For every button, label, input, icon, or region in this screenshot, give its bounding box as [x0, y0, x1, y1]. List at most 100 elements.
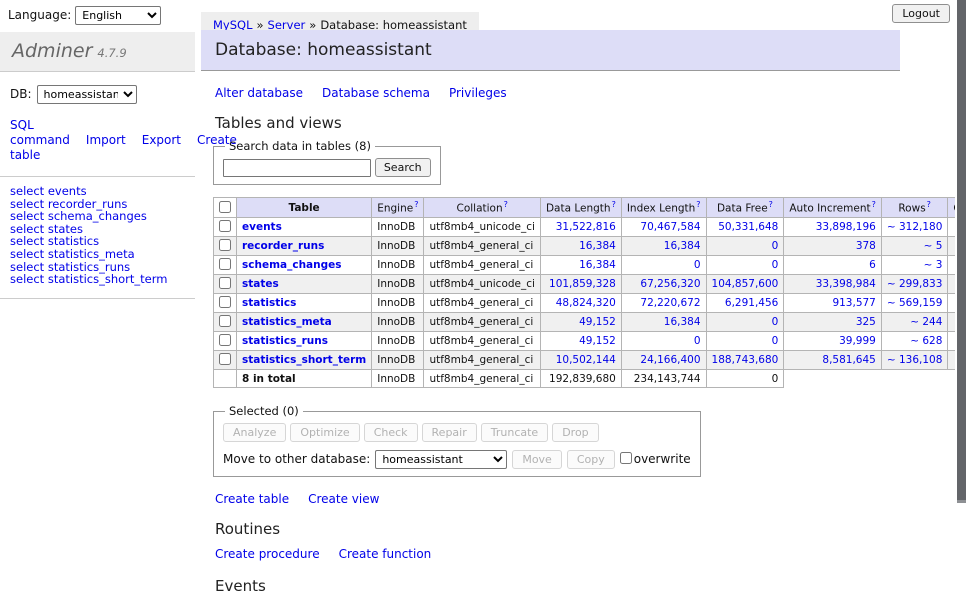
help-icon[interactable]: ? — [769, 200, 773, 209]
db-form: DB: homeassistant — [0, 72, 195, 110]
database-action-link[interactable]: Database schema — [322, 86, 430, 100]
table-name-link[interactable]: statistics_meta — [242, 316, 332, 328]
analyze-button[interactable]: Analyze — [223, 423, 286, 442]
table-name-link[interactable]: schema_changes — [242, 259, 342, 271]
sidebar-menu-link[interactable]: Export — [142, 133, 181, 147]
sidebar-menu-link[interactable]: SQL command — [10, 118, 70, 147]
table-name-link[interactable]: statistics_runs — [242, 335, 328, 347]
row-checkbox-cell — [214, 332, 237, 351]
table-name-link[interactable]: statistics — [242, 297, 296, 309]
move-button[interactable]: Move — [512, 450, 562, 469]
data-length-cell: 31,522,816 — [540, 218, 621, 237]
rows-cell: ~ 244 — [881, 313, 948, 332]
sidebar-menu-link[interactable]: Import — [86, 133, 126, 147]
search-button[interactable]: Search — [375, 158, 431, 177]
help-icon[interactable]: ? — [872, 200, 876, 209]
column-label: Auto Increment — [789, 203, 870, 215]
help-icon[interactable]: ? — [927, 200, 931, 209]
routine-create-link[interactable]: Create function — [339, 547, 432, 561]
row-checkbox[interactable] — [219, 353, 231, 365]
collation-cell: utf8mb4_unicode_ci — [424, 275, 540, 294]
row-checkbox[interactable] — [219, 220, 231, 232]
row-checkbox[interactable] — [219, 296, 231, 308]
index-length-cell: 67,256,320 — [621, 275, 706, 294]
data-length-cell: 10,502,144 — [540, 351, 621, 370]
table-name-link[interactable]: events — [242, 221, 282, 233]
column-label: Index Length — [627, 203, 695, 215]
data-length-cell: 16,384 — [540, 256, 621, 275]
repair-button[interactable]: Repair — [422, 423, 477, 442]
row-checkbox-cell — [214, 237, 237, 256]
total-empty-cell — [214, 370, 237, 388]
table-row: schema_changesInnoDButf8mb4_general_ci16… — [214, 256, 966, 275]
row-checkbox[interactable] — [219, 315, 231, 327]
total-label-cell: 8 in total — [237, 370, 372, 388]
database-action-link[interactable]: Privileges — [449, 86, 507, 100]
total-data-length-cell: 192,839,680 — [540, 370, 621, 388]
total-index-length-cell: 234,143,744 — [621, 370, 706, 388]
logout-button[interactable]: Logout — [892, 4, 950, 23]
search-input[interactable] — [223, 159, 371, 177]
select-all-header-cell — [214, 198, 237, 218]
app-version[interactable]: 4.7.9 — [97, 46, 126, 60]
row-checkbox-cell — [214, 294, 237, 313]
scrollbar-thumb[interactable] — [957, 0, 966, 503]
data-length-cell: 48,824,320 — [540, 294, 621, 313]
create-link[interactable]: Create table — [215, 492, 289, 506]
events-heading: Events — [215, 577, 955, 595]
rows-cell: ~ 299,833 — [881, 275, 948, 294]
auto-increment-cell: 6 — [784, 256, 882, 275]
data-free-cell: 188,743,680 — [706, 351, 784, 370]
copy-button[interactable]: Copy — [567, 450, 615, 469]
data-free-cell: 6,291,456 — [706, 294, 784, 313]
routine-create-link[interactable]: Create procedure — [215, 547, 320, 561]
table-name-link[interactable]: statistics_short_term — [242, 354, 366, 366]
collation-cell: utf8mb4_general_ci — [424, 313, 540, 332]
table-create-links: Create table Create view — [215, 492, 955, 506]
move-label: Move to other database: — [223, 452, 370, 466]
engine-cell: InnoDB — [372, 294, 424, 313]
rows-cell: ~ 3 — [881, 256, 948, 275]
auto-increment-cell: 33,398,984 — [784, 275, 882, 294]
row-checkbox[interactable] — [219, 277, 231, 289]
table-name-cell: states — [237, 275, 372, 294]
table-link-statistics_short_term[interactable]: statistics_short_term — [48, 272, 168, 286]
data-length-cell: 101,859,328 — [540, 275, 621, 294]
select-link-statistics_short_term[interactable]: select — [10, 272, 44, 286]
table-name-cell: recorder_runs — [237, 237, 372, 256]
row-checkbox[interactable] — [219, 239, 231, 251]
check-button[interactable]: Check — [364, 423, 418, 442]
app-name[interactable]: Adminer — [12, 40, 92, 62]
table-name-link[interactable]: recorder_runs — [242, 240, 324, 252]
table-name-cell: events — [237, 218, 372, 237]
engine-cell: InnoDB — [372, 256, 424, 275]
column-header-collation: Collation? — [424, 198, 540, 218]
help-icon[interactable]: ? — [414, 200, 418, 209]
truncate-button[interactable]: Truncate — [481, 423, 548, 442]
engine-cell: InnoDB — [372, 332, 424, 351]
row-checkbox[interactable] — [219, 334, 231, 346]
table-name-link[interactable]: states — [242, 278, 279, 290]
help-icon[interactable]: ? — [696, 200, 700, 209]
table-name-cell: statistics — [237, 294, 372, 313]
routine-create-links: Create procedure Create function — [215, 547, 955, 561]
row-checkbox[interactable] — [219, 258, 231, 270]
move-database-select[interactable]: homeassistant — [375, 450, 507, 469]
table-row: statesInnoDButf8mb4_unicode_ci101,859,32… — [214, 275, 966, 294]
tables-body: eventsInnoDButf8mb4_unicode_ci31,522,816… — [214, 218, 966, 388]
drop-button[interactable]: Drop — [552, 423, 598, 442]
table-name-cell: statistics_short_term — [237, 351, 372, 370]
database-action-link[interactable]: Alter database — [215, 86, 303, 100]
overwrite-checkbox[interactable] — [620, 452, 632, 464]
column-header-table: Table — [237, 198, 372, 218]
optimize-button[interactable]: Optimize — [290, 423, 359, 442]
help-icon[interactable]: ? — [504, 200, 508, 209]
table-row: eventsInnoDButf8mb4_unicode_ci31,522,816… — [214, 218, 966, 237]
db-label: DB: — [10, 87, 32, 101]
create-link[interactable]: Create view — [308, 492, 379, 506]
help-icon[interactable]: ? — [612, 200, 616, 209]
db-select[interactable]: homeassistant — [37, 85, 137, 104]
language-select[interactable]: English — [75, 6, 161, 25]
select-all-checkbox[interactable] — [219, 201, 231, 213]
table-row: statisticsInnoDButf8mb4_general_ci48,824… — [214, 294, 966, 313]
